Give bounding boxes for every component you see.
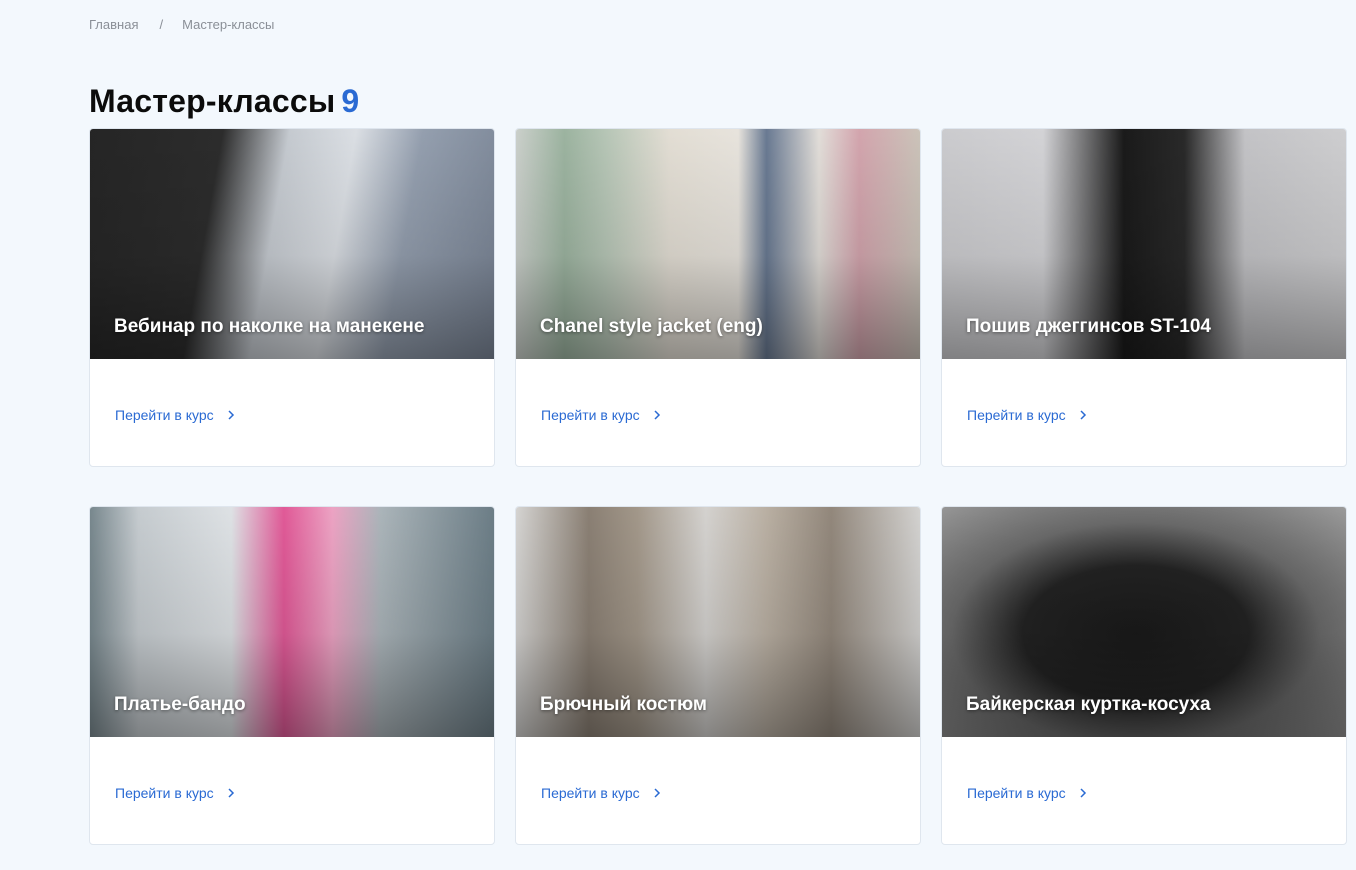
go-to-course-link[interactable]: Перейти в курс: [115, 785, 236, 801]
go-to-course-label: Перейти в курс: [541, 407, 640, 423]
chevron-right-icon: [1080, 410, 1086, 420]
breadcrumb-home-link[interactable]: Главная: [89, 17, 138, 32]
course-grid: Вебинар по наколке на манекене Перейти в…: [89, 128, 1347, 845]
go-to-course-label: Перейти в курс: [541, 785, 640, 801]
course-card[interactable]: Chanel style jacket (eng) Перейти в курс: [515, 128, 921, 467]
breadcrumb-current: Мастер-классы: [182, 17, 275, 32]
go-to-course-label: Перейти в курс: [115, 785, 214, 801]
course-card[interactable]: Пошив джеггинсов ST-104 Перейти в курс: [941, 128, 1347, 467]
course-image: Chanel style jacket (eng): [516, 129, 920, 359]
go-to-course-link[interactable]: Перейти в курс: [541, 407, 662, 423]
course-title: Брючный костюм: [540, 694, 707, 715]
page-title: Мастер-классы 9: [89, 83, 359, 120]
go-to-course-link[interactable]: Перейти в курс: [967, 785, 1088, 801]
go-to-course-label: Перейти в курс: [967, 785, 1066, 801]
course-image: Брючный костюм: [516, 507, 920, 737]
go-to-course-link[interactable]: Перейти в курс: [541, 785, 662, 801]
course-card[interactable]: Байкерская куртка-косуха Перейти в курс: [941, 506, 1347, 845]
chevron-right-icon: [1080, 788, 1086, 798]
course-title: Байкерская куртка-косуха: [966, 694, 1211, 715]
breadcrumb: Главная / Мастер-классы: [89, 17, 274, 32]
go-to-course-label: Перейти в курс: [115, 407, 214, 423]
course-title: Пошив джеггинсов ST-104: [966, 316, 1211, 337]
go-to-course-label: Перейти в курс: [967, 407, 1066, 423]
course-image: Байкерская куртка-косуха: [942, 507, 1346, 737]
course-title: Платье-бандо: [114, 694, 246, 715]
chevron-right-icon: [654, 788, 660, 798]
breadcrumb-separator: /: [159, 17, 164, 32]
course-card[interactable]: Платье-бандо Перейти в курс: [89, 506, 495, 845]
course-count-badge: 9: [341, 83, 360, 120]
page-title-text: Мастер-классы: [89, 83, 336, 120]
chevron-right-icon: [654, 410, 660, 420]
course-image: Платье-бандо: [90, 507, 494, 737]
go-to-course-link[interactable]: Перейти в курс: [115, 407, 236, 423]
course-card[interactable]: Брючный костюм Перейти в курс: [515, 506, 921, 845]
course-title: Chanel style jacket (eng): [540, 316, 763, 337]
course-image: Пошив джеггинсов ST-104: [942, 129, 1346, 359]
course-card[interactable]: Вебинар по наколке на манекене Перейти в…: [89, 128, 495, 467]
chevron-right-icon: [228, 788, 234, 798]
course-image: Вебинар по наколке на манекене: [90, 129, 494, 359]
course-title: Вебинар по наколке на манекене: [114, 316, 425, 337]
chevron-right-icon: [228, 410, 234, 420]
go-to-course-link[interactable]: Перейти в курс: [967, 407, 1088, 423]
